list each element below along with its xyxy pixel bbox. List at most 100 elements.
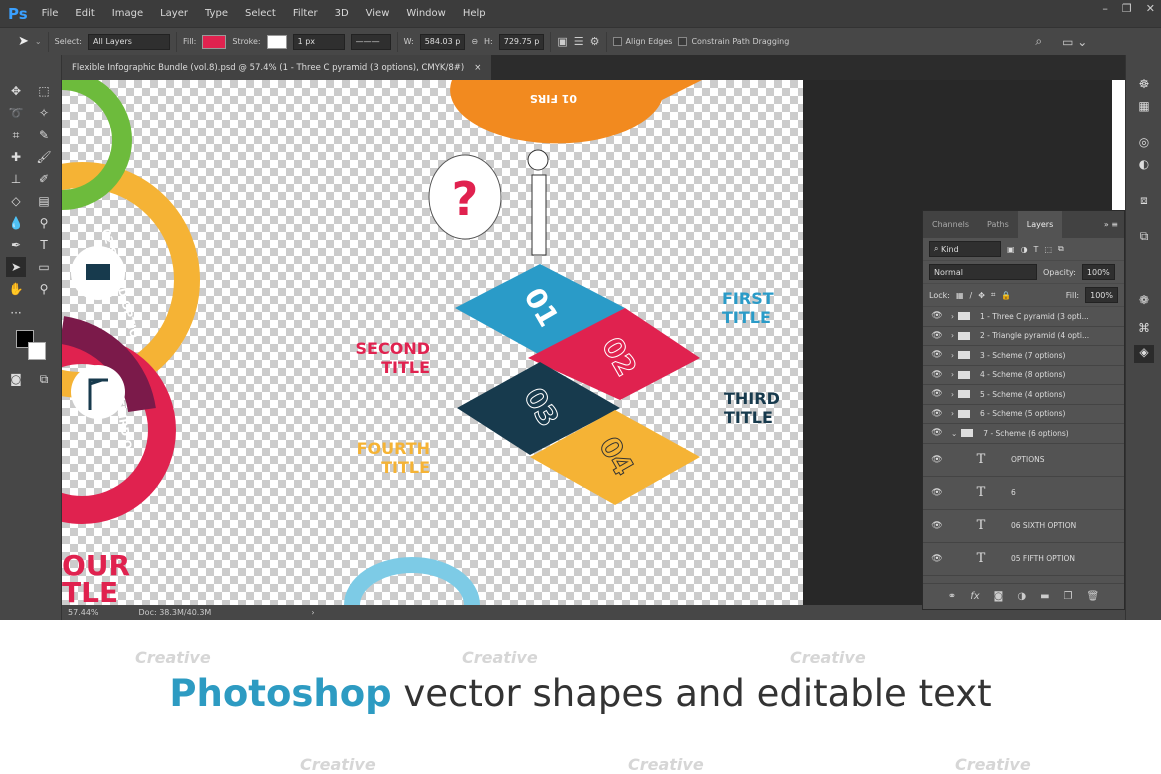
- stroke-swatch[interactable]: [266, 34, 287, 49]
- link-icon[interactable]: ⊖: [471, 37, 478, 46]
- fx-icon[interactable]: fx: [970, 591, 979, 602]
- screen-mode-icon[interactable]: ⧉: [34, 369, 54, 389]
- expand-icon[interactable]: ›: [951, 331, 954, 340]
- link-layers-icon[interactable]: ⚭: [948, 591, 956, 602]
- lock-artboard-icon[interactable]: ⌗: [991, 290, 996, 300]
- align-edges-checkbox[interactable]: Align Edges: [612, 37, 672, 46]
- menu-image[interactable]: Image: [112, 8, 143, 19]
- lock-all-icon[interactable]: 🔒: [1001, 291, 1011, 300]
- document-tab[interactable]: Flexible Infographic Bundle (vol.8).psd …: [62, 55, 492, 80]
- color-icon[interactable]: ◎: [1134, 135, 1154, 153]
- opacity-field[interactable]: 100%: [1081, 264, 1115, 280]
- zoom-tool-icon[interactable]: ⚲: [34, 279, 54, 299]
- kind-filter[interactable]: ⌕ Kind: [929, 241, 1001, 257]
- layer-group[interactable]: 👁 › 2 - Triangle pyramid (4 opti...: [923, 327, 1124, 346]
- close-window-button[interactable]: ✕: [1146, 2, 1155, 15]
- eye-icon[interactable]: 👁: [923, 350, 951, 360]
- select-dropdown[interactable]: All Layers: [87, 33, 170, 50]
- menu-type[interactable]: Type: [205, 8, 228, 19]
- blend-mode-dropdown[interactable]: Normal: [929, 264, 1037, 280]
- filter-type-icon[interactable]: T: [1034, 245, 1039, 254]
- hand-tool-icon[interactable]: ✋: [6, 279, 26, 299]
- clone-stamp-icon[interactable]: ⊥: [6, 169, 26, 189]
- expand-icon[interactable]: ›: [951, 409, 954, 418]
- document-canvas[interactable]: 01 02 03 04 ? FIRST TITLE SECOND TITLE T…: [62, 80, 803, 605]
- expand-icon[interactable]: ›: [951, 390, 954, 399]
- delete-layer-icon[interactable]: 🗑: [1087, 591, 1100, 602]
- pen-tool-icon[interactable]: ✒: [6, 235, 26, 255]
- layers-icon[interactable]: ◈: [1134, 345, 1154, 363]
- fill-field[interactable]: 100%: [1085, 287, 1118, 303]
- panel-menu-icon[interactable]: » ≡: [1104, 220, 1124, 229]
- menu-view[interactable]: View: [366, 8, 390, 19]
- eye-icon[interactable]: 👁: [923, 428, 951, 438]
- path-alignment-icon[interactable]: ☰: [574, 35, 584, 48]
- zoom-level[interactable]: 57.44%: [68, 608, 99, 617]
- eyedropper-icon[interactable]: ✎: [34, 125, 54, 145]
- blur-tool-icon[interactable]: 💧: [6, 213, 26, 233]
- magic-wand-icon[interactable]: ✧: [34, 103, 54, 123]
- layer-group[interactable]: 👁 › 4 - Scheme (8 options): [923, 366, 1124, 385]
- lock-pixels-icon[interactable]: ▦: [956, 291, 964, 300]
- filter-pixel-icon[interactable]: ▣: [1007, 245, 1015, 254]
- crop-tool-icon[interactable]: ⌗: [6, 125, 26, 145]
- healing-brush-icon[interactable]: ✚: [6, 147, 26, 167]
- lasso-tool-icon[interactable]: ➰: [6, 103, 26, 123]
- menu-window[interactable]: Window: [406, 8, 445, 19]
- eye-icon[interactable]: 👁: [923, 389, 951, 399]
- eye-icon[interactable]: 👁: [923, 521, 951, 531]
- filter-smart-icon[interactable]: ⧉: [1058, 244, 1064, 254]
- width-field[interactable]: 584.03 p: [419, 33, 466, 50]
- adjustment-layer-icon[interactable]: ◑: [1017, 591, 1026, 602]
- swatches-icon[interactable]: ▦: [1134, 99, 1154, 117]
- eye-icon[interactable]: 👁: [923, 311, 951, 321]
- layer-group[interactable]: 👁 ⌄ 7 - Scheme (6 options): [923, 424, 1124, 444]
- restore-button[interactable]: ❐: [1122, 2, 1132, 15]
- new-layer-icon[interactable]: ❐: [1064, 591, 1073, 602]
- channels-icon[interactable]: ❁: [1134, 293, 1154, 311]
- move-tool-icon[interactable]: ✥: [6, 81, 26, 101]
- background-color-swatch[interactable]: [28, 342, 46, 360]
- gradient-icon[interactable]: ▤: [34, 191, 54, 211]
- new-group-icon[interactable]: ▬: [1040, 591, 1049, 602]
- text-layer[interactable]: 👁 T OPTIONS: [923, 444, 1124, 477]
- history-icon[interactable]: ⧉: [1134, 229, 1154, 247]
- menu-select[interactable]: Select: [245, 8, 276, 19]
- tab-paths[interactable]: Paths: [978, 211, 1018, 238]
- constrain-path-checkbox[interactable]: Constrain Path Dragging: [678, 37, 789, 46]
- tab-layers[interactable]: Layers: [1017, 211, 1063, 238]
- add-mask-icon[interactable]: ◙: [994, 591, 1004, 602]
- text-layer[interactable]: 👁 T 05 FIFTH OPTION: [923, 543, 1124, 576]
- text-layer[interactable]: 👁 T 06 SIXTH OPTION: [923, 510, 1124, 543]
- layer-group[interactable]: 👁 › 5 - Scheme (4 options): [923, 385, 1124, 405]
- close-tab-button[interactable]: ×: [474, 63, 481, 73]
- fill-swatch[interactable]: [202, 34, 227, 49]
- type-tool-icon[interactable]: T: [34, 235, 54, 255]
- eye-icon[interactable]: 👁: [923, 488, 951, 498]
- path-selection-tool-icon[interactable]: ➤: [6, 257, 26, 277]
- rectangle-tool-icon[interactable]: ▭: [34, 257, 54, 277]
- status-arrow-icon[interactable]: ›: [311, 608, 314, 617]
- adjustments-icon[interactable]: ◐: [1134, 157, 1154, 175]
- tab-channels[interactable]: Channels: [923, 211, 978, 238]
- lock-paint-icon[interactable]: /: [970, 291, 973, 300]
- minimize-button[interactable]: –: [1102, 2, 1108, 15]
- filter-adjust-icon[interactable]: ◑: [1021, 245, 1028, 254]
- path-operations-icon[interactable]: ▣: [557, 35, 567, 48]
- path-arrangement-icon[interactable]: ⚙: [590, 35, 600, 48]
- quick-mask-icon[interactable]: ◙: [6, 369, 26, 389]
- eye-icon[interactable]: 👁: [923, 409, 951, 419]
- search-icon[interactable]: ⌕: [1035, 34, 1042, 49]
- dodge-tool-icon[interactable]: ⚲: [34, 213, 54, 233]
- eye-icon[interactable]: 👁: [923, 455, 951, 465]
- more-tools-icon[interactable]: ···: [6, 303, 26, 323]
- menu-layer[interactable]: Layer: [160, 8, 188, 19]
- layer-group[interactable]: 👁 › 6 - Scheme (5 options): [923, 405, 1124, 424]
- stroke-width-field[interactable]: 1 px: [292, 33, 345, 50]
- layer-group[interactable]: 👁 › 3 - Scheme (7 options): [923, 346, 1124, 366]
- eye-icon[interactable]: 👁: [923, 554, 951, 564]
- filter-shape-icon[interactable]: ⬚: [1044, 245, 1052, 254]
- collapse-icon[interactable]: ⌄: [951, 429, 957, 438]
- stroke-style-dropdown[interactable]: ———: [350, 33, 391, 50]
- eraser-icon[interactable]: ◇: [6, 191, 26, 211]
